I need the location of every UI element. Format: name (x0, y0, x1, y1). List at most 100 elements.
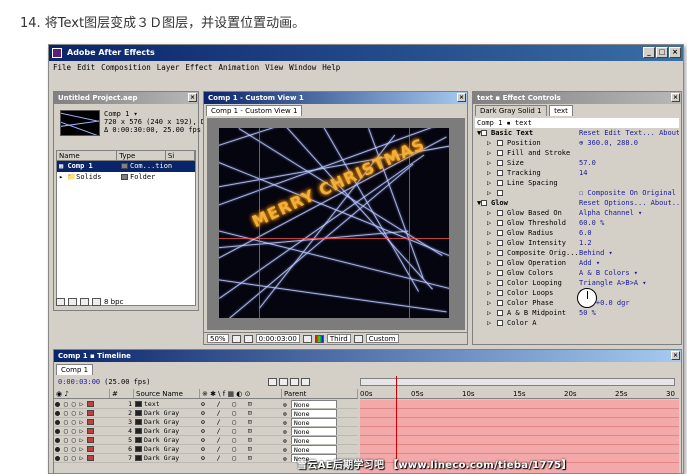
layer-av-switches[interactable]: ▢ ▢ ▷ (54, 427, 110, 435)
expand-triangle-icon[interactable]: ▷ (487, 168, 491, 178)
layer-parent[interactable]: ⊚ None (282, 409, 358, 417)
current-time-field[interactable]: 0:00:03:00 (255, 334, 300, 343)
param-value[interactable]: 6.0 (579, 228, 592, 238)
menu-window[interactable]: Window (289, 61, 316, 75)
resolution-select[interactable]: Third (326, 334, 351, 343)
parent-select[interactable]: None (290, 400, 337, 408)
expand-triangle-icon[interactable]: ▷ (487, 288, 491, 298)
expand-triangle-icon[interactable]: ▷ (487, 188, 491, 198)
graph-editor-icon[interactable] (301, 378, 310, 386)
expand-triangle-icon[interactable]: ▷ (487, 248, 491, 258)
eye-icon[interactable] (55, 446, 60, 452)
layer-switches[interactable]: ⚙ / ▢ ⊡ (200, 454, 282, 462)
parent-select[interactable]: None (290, 427, 337, 435)
layer-name[interactable]: Dark Gray (134, 454, 200, 462)
expand-triangle-icon[interactable]: ▷ (487, 138, 491, 148)
stopwatch-icon[interactable] (497, 160, 503, 166)
stopwatch-icon[interactable] (497, 260, 503, 266)
expand-triangle-icon[interactable]: ▷ (487, 178, 491, 188)
menu-composition[interactable]: Composition (101, 61, 151, 75)
expand-triangle-icon[interactable]: ▷ (487, 298, 491, 308)
project-item-comp[interactable]: ▦ Comp 1 Com...tion (57, 161, 195, 172)
layer-track-bar[interactable] (360, 445, 679, 454)
column-size[interactable]: Si (166, 151, 195, 160)
layer-parent[interactable]: ⊚ None (282, 436, 358, 444)
snapshot-icon[interactable] (302, 334, 312, 343)
timeline-layer-row[interactable]: ▢ ▢ ▷ 6 Dark Gray ⚙ / ▢ ⊡ ⊚ None (54, 445, 358, 454)
param-value[interactable]: Behind ▾ (579, 248, 613, 258)
eye-icon[interactable] (55, 410, 60, 416)
bit-depth-button[interactable]: 8 bpc (104, 296, 123, 308)
trash-icon[interactable] (92, 298, 101, 306)
layer-av-switches[interactable]: ▢ ▢ ▷ (54, 400, 110, 408)
fx-toggle-icon[interactable] (481, 130, 487, 136)
comp-panel-title[interactable]: Comp 1 - Custom View 1 × (204, 92, 467, 104)
layer-parent[interactable]: ⊚ None (282, 400, 358, 408)
stopwatch-icon[interactable] (497, 320, 503, 326)
tab-text[interactable]: text (549, 105, 573, 116)
effect-param-row[interactable]: ▷ Tracking 14 (475, 168, 679, 178)
timeline-layer-row[interactable]: ▢ ▢ ▷ 4 Dark Gray ⚙ / ▢ ⊡ ⊚ None (54, 427, 358, 436)
camera-icon[interactable] (243, 334, 253, 343)
expand-triangle-icon[interactable]: ▷ (487, 228, 491, 238)
menu-animation[interactable]: Animation (218, 61, 259, 75)
param-value[interactable]: 50 % (579, 308, 596, 318)
panel-close-icon[interactable]: × (671, 351, 680, 360)
new-comp-icon[interactable] (80, 298, 89, 306)
effect-param-row[interactable]: ▷ Composite Orig... Behind ▾ (475, 248, 679, 258)
column-number[interactable]: # (110, 389, 134, 398)
stopwatch-icon[interactable] (497, 230, 503, 236)
layer-name[interactable]: Dark Gray (134, 436, 200, 444)
effect-param-row[interactable]: ▷ Glow Intensity 1.2 (475, 238, 679, 248)
parent-select[interactable]: None (290, 445, 337, 453)
eye-icon[interactable] (55, 401, 60, 407)
column-source-name[interactable]: Source Name (134, 389, 200, 398)
safe-zones-icon[interactable] (231, 334, 241, 343)
color-phase-dial[interactable] (577, 288, 597, 308)
shy-icon[interactable] (268, 378, 277, 386)
layer-name[interactable]: Dark Gray (134, 418, 200, 426)
parent-select[interactable]: None (290, 409, 337, 417)
tab-comp-view[interactable]: Comp 1 - Custom View 1 (206, 105, 303, 116)
stopwatch-icon[interactable] (497, 150, 503, 156)
project-comp-name[interactable]: Comp 1 ▾ (104, 110, 205, 118)
column-name[interactable]: Name (57, 151, 118, 160)
layer-name[interactable]: Dark Gray (134, 445, 200, 453)
stopwatch-icon[interactable] (497, 270, 503, 276)
layer-name[interactable]: Dark Gray (134, 409, 200, 417)
effect-param-row[interactable]: ▷ Glow Based On Alpha Channel ▾ (475, 208, 679, 218)
effect-param-row[interactable]: ▷ Glow Colors A & B Colors ▾ (475, 268, 679, 278)
layer-switches[interactable]: ⚙ / ▢ ⊡ (200, 436, 282, 444)
effect-param-row[interactable]: ▷ Glow Radius 6.0 (475, 228, 679, 238)
effect-param-row[interactable]: ▷ Line Spacing (475, 178, 679, 188)
menu-layer[interactable]: Layer (157, 61, 180, 75)
stopwatch-icon[interactable] (497, 310, 503, 316)
layer-switches[interactable]: ⚙ / ▢ ⊡ (200, 445, 282, 453)
layer-av-switches[interactable]: ▢ ▢ ▷ (54, 436, 110, 444)
maximize-button[interactable]: □ (656, 47, 668, 58)
effect-reset-links[interactable]: Reset Options... About... (579, 198, 679, 208)
stopwatch-icon[interactable] (497, 290, 503, 296)
close-button[interactable]: × (669, 47, 681, 58)
comp-canvas[interactable]: MERRY CHRISTMAS (219, 128, 449, 318)
effect-reset-links[interactable]: Reset Edit Text... About... (579, 128, 679, 138)
work-area-bar[interactable] (360, 378, 675, 386)
param-value[interactable]: A & B Colors ▾ (579, 268, 638, 278)
panel-close-icon[interactable]: × (188, 93, 197, 102)
expand-triangle-icon[interactable]: ▷ (487, 258, 491, 268)
effect-glow[interactable]: ▼ Glow Reset Options... About... (475, 198, 679, 208)
channel-icon[interactable] (314, 334, 324, 343)
effect-basic-text[interactable]: ▼ Basic Text Reset Edit Text... About... (475, 128, 679, 138)
layer-av-switches[interactable]: ▢ ▢ ▷ (54, 418, 110, 426)
tab-dark-gray-solid[interactable]: Dark Gray Solid 1 (475, 105, 547, 116)
param-value[interactable]: ☐ Composite On Original (579, 188, 676, 198)
effect-controls-title[interactable]: text ▪ Effect Controls × (473, 92, 681, 104)
zoom-select[interactable]: 50% (207, 334, 229, 343)
effect-param-row[interactable]: ▷ A & B Midpoint 50 % (475, 308, 679, 318)
column-type[interactable]: Type (117, 151, 166, 160)
effect-param-row[interactable]: ▷ Color Looping Triangle A>B>A ▾ (475, 278, 679, 288)
expand-triangle-icon[interactable]: ▷ (487, 238, 491, 248)
layer-track-bar[interactable] (360, 427, 679, 436)
layer-av-switches[interactable]: ▢ ▢ ▷ (54, 409, 110, 417)
expand-triangle-icon[interactable]: ▷ (487, 268, 491, 278)
